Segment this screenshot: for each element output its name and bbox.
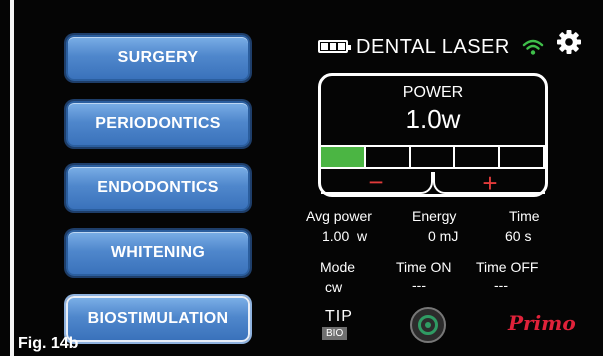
power-level-segment: [410, 145, 456, 169]
power-level-segment: [455, 145, 501, 169]
laser-emit-icon: [418, 315, 438, 335]
power-increase-button[interactable]: +: [433, 170, 545, 196]
laser-screen: SURGERY PERIODONTICS ENDODONTICS WHITENI…: [0, 0, 603, 356]
gear-icon[interactable]: [556, 29, 582, 55]
time-value: 60 s: [505, 228, 532, 244]
time-on-value: ---: [412, 277, 426, 293]
time-off-label: Time OFF: [476, 259, 539, 275]
time-label: Time: [509, 208, 540, 224]
battery-full-icon: [318, 40, 351, 53]
menu-button-biostimulation[interactable]: BIOSTIMULATION: [66, 296, 250, 342]
power-value: 1.0w: [405, 104, 461, 134]
menu-button-whitening[interactable]: WHITENING: [66, 230, 250, 276]
power-level-bar: [321, 145, 545, 169]
menu-button-surgery[interactable]: SURGERY: [66, 35, 250, 81]
menu-button-periodontics[interactable]: PERIODONTICS: [66, 101, 250, 147]
menu-button-endodontics[interactable]: ENDODONTICS: [66, 165, 250, 211]
laser-emit-button[interactable]: [410, 307, 446, 343]
left-border: [10, 0, 14, 356]
brand-logo: Primo: [508, 311, 576, 335]
energy-value: 0 mJ: [428, 228, 459, 244]
power-level-segment: [500, 145, 545, 169]
device-title: DENTAL LASER: [356, 36, 510, 58]
time-off-value: ---: [494, 277, 508, 293]
power-level-segment: [365, 145, 411, 169]
power-level-segment: [321, 145, 366, 169]
mode-value: cw: [325, 279, 343, 295]
power-panel: POWER 1.0w − +: [318, 73, 548, 197]
energy-label: Energy: [412, 208, 457, 224]
mode-label: Mode: [320, 259, 356, 275]
power-label: POWER: [402, 84, 464, 101]
power-decrease-button[interactable]: −: [321, 169, 433, 195]
tip-label: TIP: [325, 308, 353, 325]
avg-power-label: Avg power: [306, 208, 372, 224]
avg-power-value: 1.00 w: [322, 228, 368, 244]
wifi-icon: [522, 39, 544, 55]
tip-badge: BIO: [322, 327, 348, 340]
figure-caption: Fig. 14b: [18, 335, 79, 352]
time-on-label: Time ON: [396, 259, 452, 275]
